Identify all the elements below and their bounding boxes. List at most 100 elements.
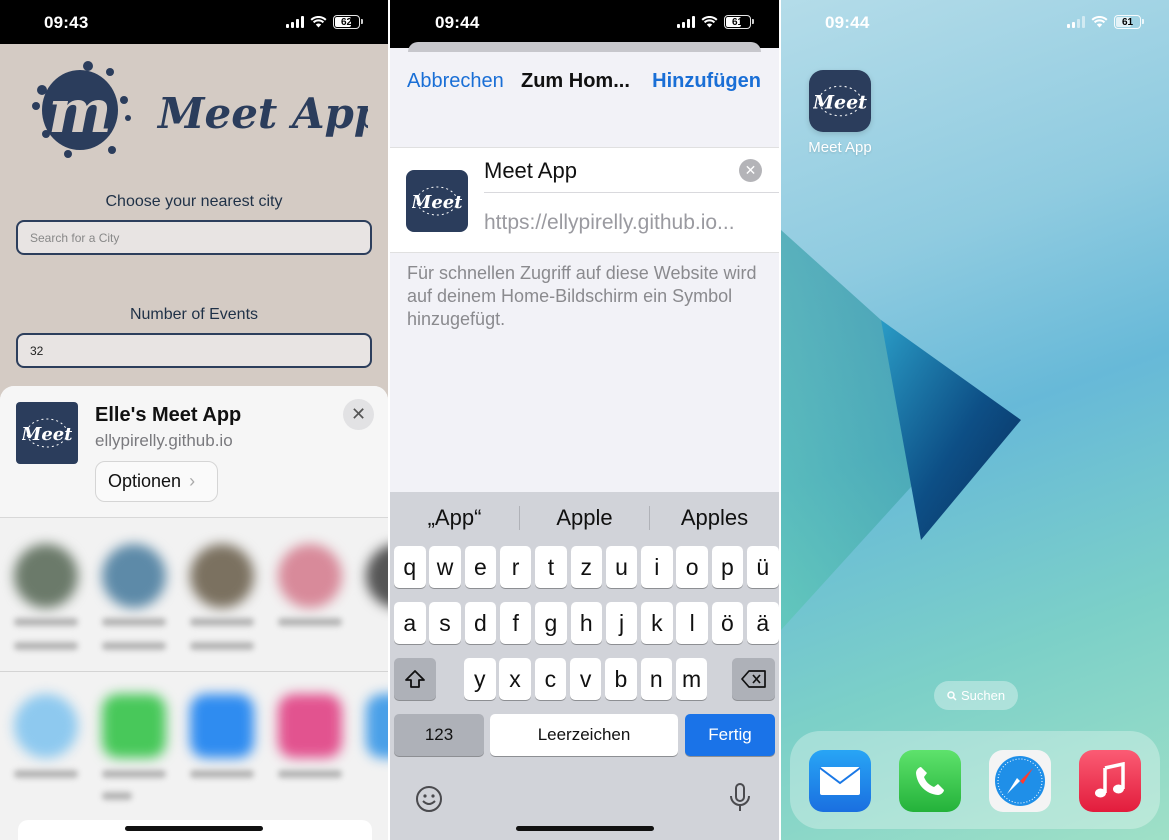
wifi-icon [1091, 16, 1108, 28]
key-o[interactable]: o [676, 546, 708, 588]
status-bar: 09:43 62 [0, 0, 388, 44]
share-sheet-title: Elle's Meet App [95, 404, 242, 426]
wifi-icon [310, 16, 327, 28]
add-button[interactable]: Hinzufügen [652, 70, 761, 93]
key-w[interactable]: w [429, 546, 461, 588]
svg-text:Meet App: Meet App [156, 89, 368, 138]
panel-add-to-home: 09:44 61 Abbrechen Zum Hom... Hinzufügen… [390, 0, 779, 840]
meet-app-home-icon[interactable]: Meet [809, 70, 871, 132]
key-y[interactable]: y [464, 658, 496, 700]
apps-labels-blurred [0, 770, 388, 778]
hint-text: Für schnellen Zugriff auf diese Website … [407, 263, 757, 329]
mail-icon[interactable] [809, 750, 871, 812]
sheet-title: Zum Hom... [521, 70, 630, 92]
battery-icon: 61 [724, 15, 754, 29]
share-sheet-header: Meet Elle's Meet App ellypirelly.github.… [0, 386, 388, 518]
key-f[interactable]: f [499, 602, 532, 644]
delete-icon [740, 670, 766, 688]
key-l[interactable]: l [676, 602, 708, 644]
key-i[interactable]: i [641, 546, 673, 588]
contact-avatar[interactable] [102, 544, 166, 608]
meet-app-logo: m Meet App [28, 60, 383, 160]
key-h[interactable]: h [570, 602, 602, 644]
city-label: Choose your nearest city [105, 193, 283, 210]
divider [0, 671, 388, 672]
name-input[interactable]: Meet App [484, 158, 577, 184]
url-field: https://ellypirelly.github.io... [484, 211, 735, 234]
cancel-button[interactable]: Abbrechen [407, 70, 504, 93]
apps-row-blurred [0, 694, 388, 758]
key-d[interactable]: d [464, 602, 497, 644]
panel-share-sheet: 09:43 62 m Meet App Choose your nearest … [0, 0, 388, 840]
dock [790, 731, 1160, 829]
key-v[interactable]: v [569, 658, 602, 700]
status-time: 09:44 [435, 13, 480, 32]
events-number-input[interactable]: 32 [16, 333, 372, 368]
key-s[interactable]: s [429, 602, 461, 644]
key-x[interactable]: x [499, 658, 531, 700]
battery-icon: 62 [333, 15, 363, 29]
key-z[interactable]: z [570, 546, 602, 588]
done-key[interactable]: Fertig [685, 714, 775, 756]
chevron-right-icon: › [189, 471, 196, 491]
cellular-signal-icon [677, 16, 695, 28]
panel-home-screen: 09:44 61 Meet Meet App Suchen [781, 0, 1169, 840]
contact-avatar[interactable] [278, 544, 342, 608]
contact-avatar[interactable] [14, 544, 78, 608]
options-button[interactable]: Optionen › [95, 461, 218, 502]
key-k[interactable]: k [641, 602, 673, 644]
key-u[interactable]: u [605, 546, 638, 588]
contact-avatar[interactable] [190, 544, 254, 608]
phone-icon[interactable] [899, 750, 961, 812]
contacts-labels-blurred [0, 642, 388, 650]
key-e[interactable]: e [464, 546, 497, 588]
instagram-icon[interactable] [278, 694, 342, 758]
safari-icon[interactable] [989, 750, 1051, 812]
key-q[interactable]: q [394, 546, 426, 588]
contact-avatar[interactable] [366, 544, 388, 608]
numbers-key[interactable]: 123 [394, 714, 484, 756]
share-sheet: Meet Elle's Meet App ellypirelly.github.… [0, 386, 388, 840]
backspace-key[interactable] [732, 658, 775, 700]
key-r[interactable]: r [499, 546, 532, 588]
airdrop-icon[interactable] [14, 694, 78, 758]
key-c[interactable]: c [534, 658, 567, 700]
clear-text-icon[interactable]: ✕ [739, 159, 762, 182]
key-m[interactable]: m [675, 658, 708, 700]
suggestion-item[interactable]: Apples [650, 505, 779, 531]
messages-icon[interactable] [102, 694, 166, 758]
status-time: 09:44 [825, 13, 870, 32]
shift-key[interactable] [394, 658, 436, 700]
divider [484, 192, 779, 193]
key-j[interactable]: j [605, 602, 638, 644]
key-t[interactable]: t [535, 546, 567, 588]
key-b[interactable]: b [605, 658, 637, 700]
key-p[interactable]: p [711, 546, 744, 588]
svg-text:Meet: Meet [412, 192, 462, 213]
battery-icon: 61 [1114, 15, 1144, 29]
svg-text:m: m [48, 77, 112, 147]
emoji-icon[interactable] [414, 784, 444, 819]
status-time: 09:43 [44, 13, 89, 32]
suggestion-item[interactable]: „App“ [390, 505, 519, 531]
key-ö[interactable]: ö [711, 602, 744, 644]
search-icon [947, 690, 957, 701]
key-n[interactable]: n [640, 658, 672, 700]
spotlight-search-button[interactable]: Suchen [934, 681, 1018, 710]
apps-labels-blurred [0, 792, 388, 800]
space-key[interactable]: Leerzeichen [490, 714, 678, 756]
microphone-icon[interactable] [728, 782, 752, 819]
app-icon[interactable] [366, 694, 388, 758]
key-ä[interactable]: ä [747, 602, 779, 644]
svg-text:Meet: Meet [22, 424, 72, 445]
key-a[interactable]: a [394, 602, 426, 644]
app-thumbnail-icon: Meet [16, 402, 78, 464]
close-icon[interactable]: ✕ [343, 399, 374, 430]
key-ü[interactable]: ü [747, 546, 779, 588]
cellular-signal-icon [1067, 16, 1085, 28]
mail-icon[interactable] [190, 694, 254, 758]
suggestion-item[interactable]: Apple [520, 505, 649, 531]
music-icon[interactable] [1079, 750, 1141, 812]
key-g[interactable]: g [535, 602, 567, 644]
city-search-input[interactable]: Search for a City [16, 220, 372, 255]
